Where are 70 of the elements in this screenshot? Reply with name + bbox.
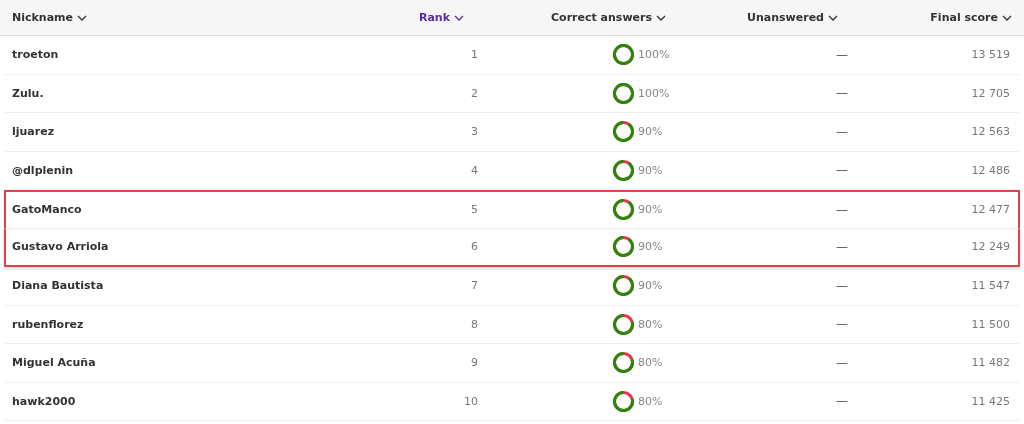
column-header[interactable]: Unanswered	[670, 11, 842, 24]
donut-icon	[613, 44, 634, 66]
unanswered-value: —	[835, 278, 848, 293]
final-score: 12 705	[970, 86, 1011, 100]
donut-icon	[613, 313, 634, 335]
percent: 80%	[638, 394, 664, 408]
rank: 8	[470, 317, 478, 331]
chevron-down-icon	[828, 14, 838, 21]
final-score: 13 519	[970, 48, 1011, 62]
rank: 3	[470, 125, 478, 139]
donut-icon	[613, 275, 634, 297]
final-score: 11 547	[970, 279, 1011, 293]
nickname: ljuarez	[11, 125, 56, 139]
percent: 100%	[638, 48, 671, 62]
rank: 10	[463, 394, 478, 408]
rank: 5	[470, 203, 478, 217]
final-score: 12 486	[970, 163, 1011, 177]
chevron-down-icon	[1002, 14, 1012, 21]
chevron-down-icon	[656, 14, 666, 21]
column-header[interactable]: Rank	[360, 11, 472, 24]
nickname: Gustavo Arriola	[11, 240, 110, 254]
donut-icon	[613, 199, 634, 221]
unanswered-value: —	[835, 355, 848, 370]
donut-icon	[613, 82, 634, 104]
percent: 90%	[638, 125, 664, 139]
final-score: 12 477	[970, 203, 1011, 217]
column-header[interactable]: Final score	[842, 11, 1024, 24]
nickname: Zulu.	[11, 86, 45, 100]
unanswered-value: —	[835, 202, 848, 217]
nickname: rubenflorez	[11, 317, 85, 331]
final-score: 11 425	[970, 394, 1011, 408]
percent: 80%	[638, 317, 664, 331]
final-score: 12 249	[970, 240, 1011, 254]
unanswered-value: —	[835, 124, 848, 139]
percent: 90%	[638, 279, 664, 293]
percent: 90%	[638, 240, 664, 254]
percent: 90%	[638, 203, 664, 217]
chevron-down-icon	[454, 14, 464, 21]
donut-icon	[613, 236, 634, 258]
nickname: Miguel Acuña	[11, 356, 97, 370]
donut-icon	[613, 390, 634, 412]
unanswered-value: —	[835, 47, 848, 62]
unanswered-value: —	[835, 163, 848, 178]
nickname: troeton	[11, 48, 60, 62]
unanswered-value: —	[835, 317, 848, 332]
donut-icon	[613, 121, 634, 143]
nickname: @dlplenin	[11, 163, 75, 177]
final-score: 12 563	[970, 125, 1011, 139]
rank: 7	[470, 279, 478, 293]
rank: 6	[470, 240, 478, 254]
nickname: GatoManco	[11, 203, 83, 217]
final-score: 11 482	[970, 356, 1011, 370]
chevron-down-icon	[77, 14, 87, 21]
unanswered-value: —	[835, 239, 848, 254]
rank: 1	[470, 48, 478, 62]
unanswered-value: —	[835, 394, 848, 409]
donut-icon	[613, 159, 634, 181]
percent: 80%	[638, 356, 664, 370]
column-header[interactable]: Correct answers	[472, 11, 670, 24]
column-header[interactable]: Nickname	[0, 11, 360, 24]
unanswered-value: —	[835, 86, 848, 101]
rank: 4	[470, 163, 478, 177]
percent: 90%	[638, 163, 664, 177]
rank: 9	[470, 356, 478, 370]
rank: 2	[470, 86, 478, 100]
final-score: 11 500	[970, 317, 1011, 331]
nickname: Diana Bautista	[11, 279, 105, 293]
donut-icon	[613, 352, 634, 374]
nickname: hawk2000	[11, 394, 77, 408]
percent: 100%	[638, 86, 671, 100]
